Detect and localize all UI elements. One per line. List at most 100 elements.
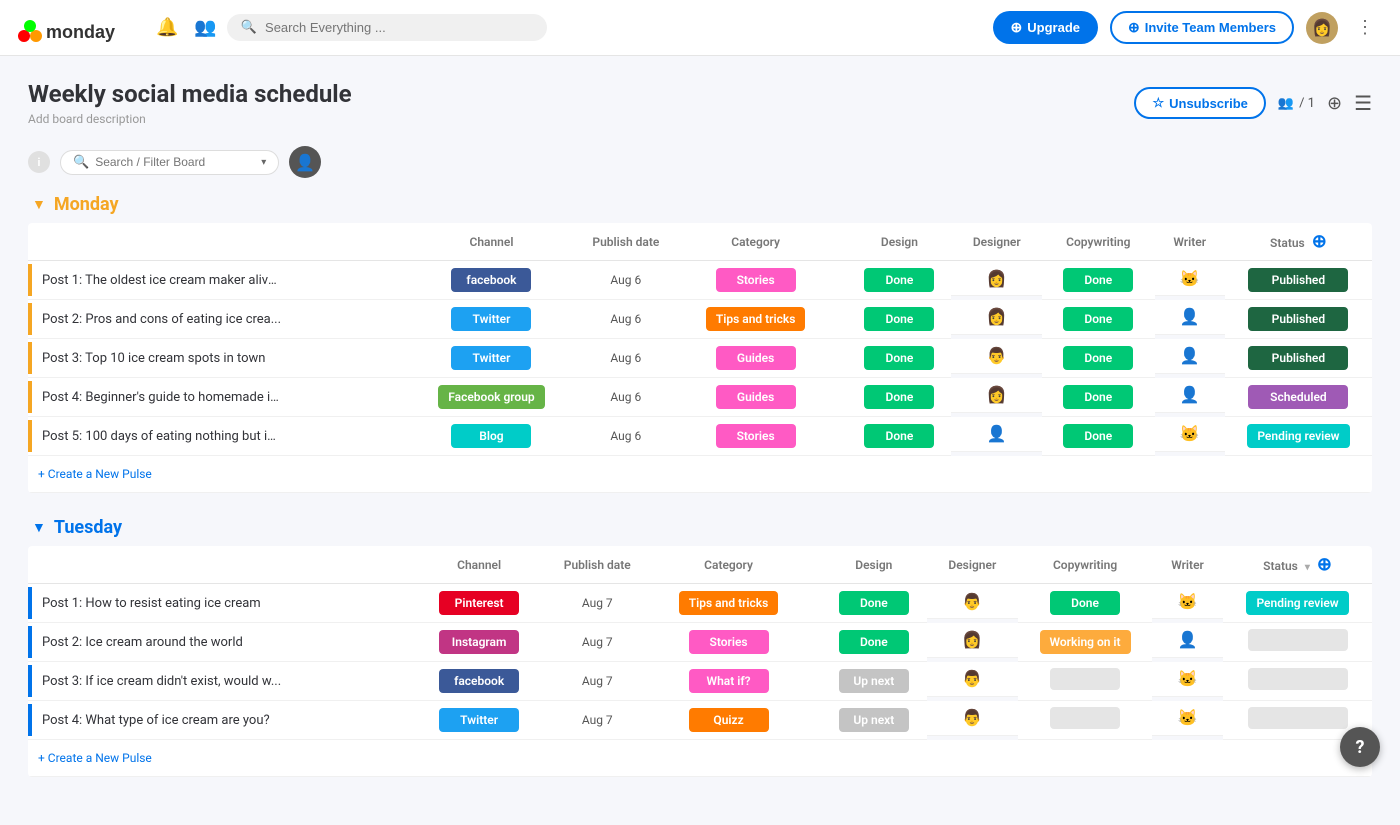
design-cell[interactable]: Done: [847, 339, 951, 378]
create-pulse-button[interactable]: + Create a New Pulse: [28, 743, 162, 773]
group-collapse-icon[interactable]: ▼: [32, 196, 46, 213]
designer-cell[interactable]: 👤: [951, 417, 1042, 452]
designer-cell[interactable]: 👩: [951, 261, 1042, 296]
category-cell[interactable]: Guides: [684, 378, 828, 417]
row-title[interactable]: Post 1: The oldest ice cream maker alive…: [32, 265, 292, 296]
status-cell[interactable]: Scheduled: [1225, 378, 1372, 417]
design-cell[interactable]: Done: [847, 261, 951, 300]
date-cell[interactable]: Aug 7: [539, 662, 656, 701]
user-avatar[interactable]: 👩: [1306, 12, 1338, 44]
status-cell[interactable]: [1223, 662, 1372, 701]
unsubscribe-button[interactable]: Unsubscribe: [1134, 87, 1265, 119]
row-title[interactable]: Post 3: Top 10 ice cream spots in town: [32, 343, 275, 374]
writer-cell[interactable]: 👤: [1155, 339, 1225, 374]
menu-button[interactable]: ☰: [1354, 91, 1372, 115]
writer-cell[interactable]: 🐱: [1152, 701, 1223, 736]
row-title[interactable]: Post 5: 100 days of eating nothing but i…: [32, 421, 292, 452]
invite-button[interactable]: Invite Team Members: [1110, 11, 1294, 44]
status-cell[interactable]: Published: [1225, 339, 1372, 378]
date-cell[interactable]: Aug 7: [539, 584, 656, 623]
account-menu[interactable]: ⋮: [1350, 11, 1380, 44]
members-button[interactable]: 👥 / 1: [1278, 96, 1315, 111]
date-cell[interactable]: Aug 6: [568, 378, 684, 417]
copywriting-cell[interactable]: Done: [1042, 339, 1154, 378]
row-title[interactable]: Post 3: If ice cream didn't exist, would…: [32, 666, 291, 697]
writer-cell[interactable]: 👤: [1152, 623, 1223, 658]
category-cell[interactable]: Quizz: [656, 701, 801, 740]
status-cell[interactable]: Published: [1225, 300, 1372, 339]
copywriting-cell[interactable]: [1018, 701, 1152, 740]
logo[interactable]: monday: [16, 10, 126, 46]
writer-cell[interactable]: 🐱: [1155, 261, 1225, 296]
search-input[interactable]: [265, 20, 533, 35]
status-cell[interactable]: Pending review: [1223, 584, 1372, 623]
row-title[interactable]: Post 4: Beginner's guide to homemade ic.…: [32, 382, 292, 413]
writer-cell[interactable]: 🐱: [1155, 417, 1225, 452]
writer-cell[interactable]: 🐱: [1152, 584, 1223, 619]
category-cell[interactable]: Stories: [684, 261, 828, 300]
channel-cell[interactable]: facebook: [420, 662, 539, 701]
designer-cell[interactable]: 👨: [927, 584, 1019, 619]
board-description[interactable]: Add board description: [28, 112, 352, 126]
design-cell[interactable]: Done: [847, 378, 951, 417]
channel-cell[interactable]: Blog: [415, 417, 568, 456]
status-cell[interactable]: [1223, 623, 1372, 662]
copywriting-cell[interactable]: Working on it: [1018, 623, 1152, 662]
design-cell[interactable]: Done: [821, 584, 926, 623]
channel-cell[interactable]: Facebook group: [415, 378, 568, 417]
group-collapse-icon[interactable]: ▼: [32, 519, 46, 536]
channel-cell[interactable]: Instagram: [420, 623, 539, 662]
date-cell[interactable]: Aug 6: [568, 417, 684, 456]
date-cell[interactable]: Aug 6: [568, 261, 684, 300]
row-title[interactable]: Post 2: Ice cream around the world: [32, 627, 253, 658]
writer-cell[interactable]: 👤: [1155, 300, 1225, 335]
notifications-button[interactable]: 🔔: [150, 11, 184, 44]
copywriting-cell[interactable]: Done: [1042, 417, 1154, 456]
date-cell[interactable]: Aug 6: [568, 300, 684, 339]
date-cell[interactable]: Aug 7: [539, 623, 656, 662]
design-cell[interactable]: Up next: [821, 662, 926, 701]
category-cell[interactable]: What if?: [656, 662, 801, 701]
person-filter-button[interactable]: 👤: [289, 146, 321, 178]
design-cell[interactable]: Done: [821, 623, 926, 662]
designer-cell[interactable]: 👨: [951, 339, 1042, 374]
writer-cell[interactable]: 🐱: [1152, 662, 1223, 697]
design-cell[interactable]: Done: [847, 417, 951, 456]
copywriting-cell[interactable]: Done: [1042, 300, 1154, 339]
designer-cell[interactable]: 👨: [927, 662, 1019, 697]
category-cell[interactable]: Stories: [656, 623, 801, 662]
copywriting-cell[interactable]: [1018, 662, 1152, 701]
copywriting-cell[interactable]: Done: [1042, 378, 1154, 417]
copywriting-cell[interactable]: Done: [1042, 261, 1154, 300]
activity-button[interactable]: ⊕: [1327, 93, 1342, 114]
filter-input[interactable]: [95, 155, 255, 169]
designer-cell[interactable]: 👨: [927, 701, 1019, 736]
category-cell[interactable]: Stories: [684, 417, 828, 456]
channel-cell[interactable]: Pinterest: [420, 584, 539, 623]
writer-cell[interactable]: 👤: [1155, 378, 1225, 413]
category-cell[interactable]: Guides: [684, 339, 828, 378]
filter-bar[interactable]: 🔍 ▾: [60, 150, 279, 175]
help-button[interactable]: ?: [1340, 727, 1380, 767]
designer-cell[interactable]: 👩: [927, 623, 1019, 658]
channel-cell[interactable]: Twitter: [420, 701, 539, 740]
people-button[interactable]: 👥: [188, 11, 222, 44]
channel-cell[interactable]: Twitter: [415, 300, 568, 339]
create-pulse-button[interactable]: + Create a New Pulse: [28, 459, 162, 489]
design-cell[interactable]: Up next: [821, 701, 926, 740]
designer-cell[interactable]: 👩: [951, 378, 1042, 413]
upgrade-button[interactable]: Upgrade: [993, 11, 1098, 44]
row-title[interactable]: Post 1: How to resist eating ice cream: [32, 588, 271, 619]
status-cell[interactable]: Published: [1225, 261, 1372, 300]
channel-cell[interactable]: facebook: [415, 261, 568, 300]
date-cell[interactable]: Aug 6: [568, 339, 684, 378]
row-title[interactable]: Post 4: What type of ice cream are you?: [32, 705, 280, 736]
design-cell[interactable]: Done: [847, 300, 951, 339]
category-cell[interactable]: Tips and tricks: [656, 584, 801, 623]
date-cell[interactable]: Aug 7: [539, 701, 656, 740]
copywriting-cell[interactable]: Done: [1018, 584, 1152, 623]
designer-cell[interactable]: 👩: [951, 300, 1042, 335]
category-cell[interactable]: Tips and tricks: [684, 300, 828, 339]
filter-dropdown-icon[interactable]: ▾: [261, 157, 266, 168]
row-title[interactable]: Post 2: Pros and cons of eating ice crea…: [32, 304, 291, 335]
